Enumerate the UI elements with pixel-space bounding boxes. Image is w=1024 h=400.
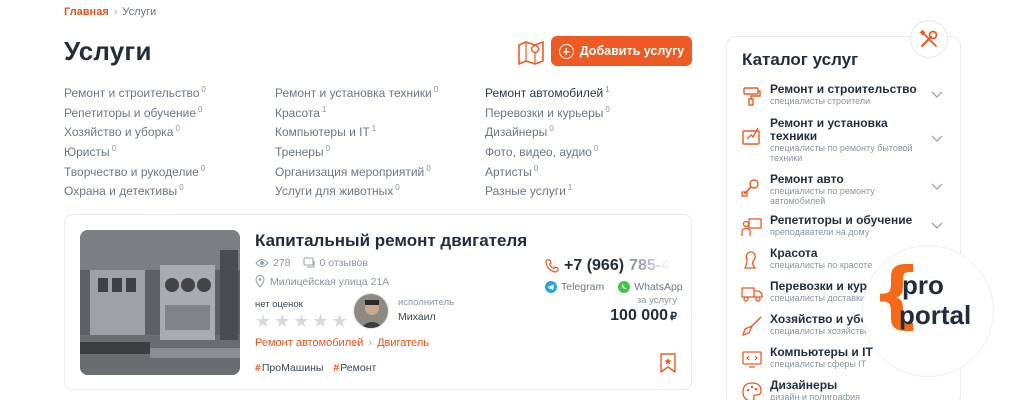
category-link[interactable]: Ремонт автомобилей 1 bbox=[485, 80, 694, 100]
wrench-screwdriver-icon[interactable] bbox=[910, 20, 948, 58]
category-link[interactable]: Красота 1 bbox=[275, 100, 485, 120]
add-service-button[interactable]: + Добавить услугу bbox=[551, 36, 692, 66]
paint-roller-icon bbox=[743, 87, 761, 106]
category-link[interactable]: Хозяйство и уборка 0 bbox=[64, 119, 275, 139]
service-title[interactable]: Капитальный ремонт двигателя bbox=[255, 231, 527, 251]
broom-icon bbox=[741, 316, 762, 337]
category-link[interactable]: Тренеры 0 bbox=[275, 139, 485, 159]
rating-label: нет оценок bbox=[255, 299, 303, 310]
palette-icon bbox=[742, 382, 762, 400]
telegram-link[interactable]: Telegram bbox=[545, 281, 604, 293]
service-address: Милицейская улица 21А bbox=[255, 275, 389, 288]
rating-stars: ★ ★ ★ ★ ★ bbox=[255, 312, 348, 330]
hashtag[interactable]: #ПроМашины bbox=[255, 362, 323, 374]
star-icon: ★ bbox=[293, 311, 310, 331]
hashtags: #ПроМашины #Ремонт bbox=[255, 362, 376, 374]
address-text: Милицейская улица 21А bbox=[270, 275, 390, 288]
reviews-count[interactable]: 0 отзывов bbox=[320, 257, 368, 269]
page-title: Услуги bbox=[64, 36, 152, 66]
chevron-down-icon bbox=[931, 91, 943, 98]
category-link[interactable]: Охрана и детективы 0 bbox=[64, 178, 275, 198]
category-link[interactable]: Разные услуги 1 bbox=[485, 178, 694, 198]
category-link[interactable]: Репетиторы и обучение 0 bbox=[64, 100, 275, 120]
catalog-item[interactable]: Ремонт и установка техники специалисты п… bbox=[741, 117, 951, 163]
beauty-icon bbox=[744, 251, 757, 269]
logo-text-pro: pro bbox=[902, 270, 944, 300]
whatsapp-link[interactable]: WhatsApp bbox=[618, 281, 683, 293]
chevron-down-icon bbox=[931, 183, 943, 190]
teacher-icon bbox=[741, 218, 762, 236]
catalog-item[interactable]: Ремонт авто специалисты по ремонту автом… bbox=[741, 173, 951, 206]
computer-icon bbox=[742, 351, 762, 368]
performer-name[interactable]: Михаил bbox=[398, 311, 436, 323]
star-icon: ★ bbox=[312, 311, 329, 331]
category-link[interactable]: Организация мероприятий 0 bbox=[275, 159, 485, 179]
location-pin-icon bbox=[255, 275, 265, 288]
service-category-path: Ремонт автомобилей › Двигатель bbox=[255, 337, 429, 349]
chevron-down-icon bbox=[931, 222, 943, 229]
categories-grid: Ремонт и строительство 0 Ремонт и установ… bbox=[64, 80, 694, 198]
category-link[interactable]: Творчество и рукоделие 0 bbox=[64, 159, 275, 179]
price-value: 100 000 ₽ bbox=[610, 307, 677, 324]
car-repair-icon bbox=[741, 179, 759, 197]
plus-icon: + bbox=[558, 43, 574, 59]
category-link[interactable]: Услуги для животных 0 bbox=[275, 178, 485, 198]
category-link[interactable]: Артисты 0 bbox=[485, 159, 694, 179]
performer-label: исполнитель bbox=[398, 297, 455, 308]
price-label: за услугу bbox=[636, 295, 677, 306]
catalog-item[interactable]: Ремонт и строительство специалисты строи… bbox=[741, 83, 951, 109]
breadcrumb-current: Услуги bbox=[122, 6, 157, 18]
star-icon: ★ bbox=[331, 311, 348, 331]
telegram-icon bbox=[545, 281, 557, 293]
engine-photo[interactable] bbox=[80, 230, 240, 375]
category-link[interactable]: Перевозки и курьеры 0 bbox=[485, 100, 694, 120]
category-link[interactable]: Дизайнеры 0 bbox=[485, 119, 694, 139]
map-icon[interactable] bbox=[516, 38, 546, 66]
add-service-label: Добавить услугу bbox=[579, 44, 685, 58]
breadcrumb-home-link[interactable]: Главная bbox=[64, 6, 109, 18]
star-icon: ★ bbox=[255, 311, 272, 331]
category-link[interactable]: Ремонт и установка техники 0 bbox=[275, 80, 485, 100]
whatsapp-icon bbox=[618, 281, 631, 293]
hashtag[interactable]: #Ремонт bbox=[333, 362, 376, 374]
breadcrumb: Главная › Услуги bbox=[64, 6, 156, 18]
category-link[interactable]: Компьютеры и IT 1 bbox=[275, 119, 485, 139]
star-icon: ★ bbox=[274, 311, 291, 331]
subcategory-link[interactable]: Двигатель bbox=[377, 337, 429, 349]
chevron-right-icon: › bbox=[113, 6, 118, 18]
favorite-bookmark-icon[interactable] bbox=[659, 353, 677, 373]
truck-icon bbox=[741, 287, 763, 302]
category-link[interactable]: Фото, видео, аудио 0 bbox=[485, 139, 694, 159]
catalog-item[interactable]: Дизайнеры дизайн и полиграфия bbox=[741, 379, 951, 400]
service-card: Капитальный ремонт двигателя 278 0 отзыв… bbox=[64, 214, 692, 390]
eye-icon bbox=[255, 258, 269, 268]
phone-number[interactable]: +7 (966) 785-4 bbox=[545, 257, 670, 275]
service-stats: 278 0 отзывов bbox=[255, 257, 368, 269]
catalog-title: Каталог услуг bbox=[742, 50, 859, 69]
messenger-links: Telegram WhatsApp bbox=[545, 281, 683, 293]
category-link[interactable]: Юристы 0 bbox=[64, 139, 275, 159]
tools-icon bbox=[742, 127, 760, 145]
chevron-right-icon: › bbox=[368, 337, 373, 349]
phone-icon bbox=[545, 259, 559, 273]
avatar[interactable] bbox=[353, 293, 389, 329]
chevron-down-icon bbox=[931, 135, 943, 142]
catalog-item[interactable]: Репетиторы и обучение преподаватели на д… bbox=[741, 214, 951, 240]
logo-text-portal: portal bbox=[899, 300, 972, 330]
views-count: 278 bbox=[273, 257, 291, 269]
comments-icon bbox=[302, 257, 315, 268]
category-link[interactable]: Ремонт и строительство 0 bbox=[64, 80, 275, 100]
category-link[interactable]: Ремонт автомобилей bbox=[255, 337, 363, 349]
